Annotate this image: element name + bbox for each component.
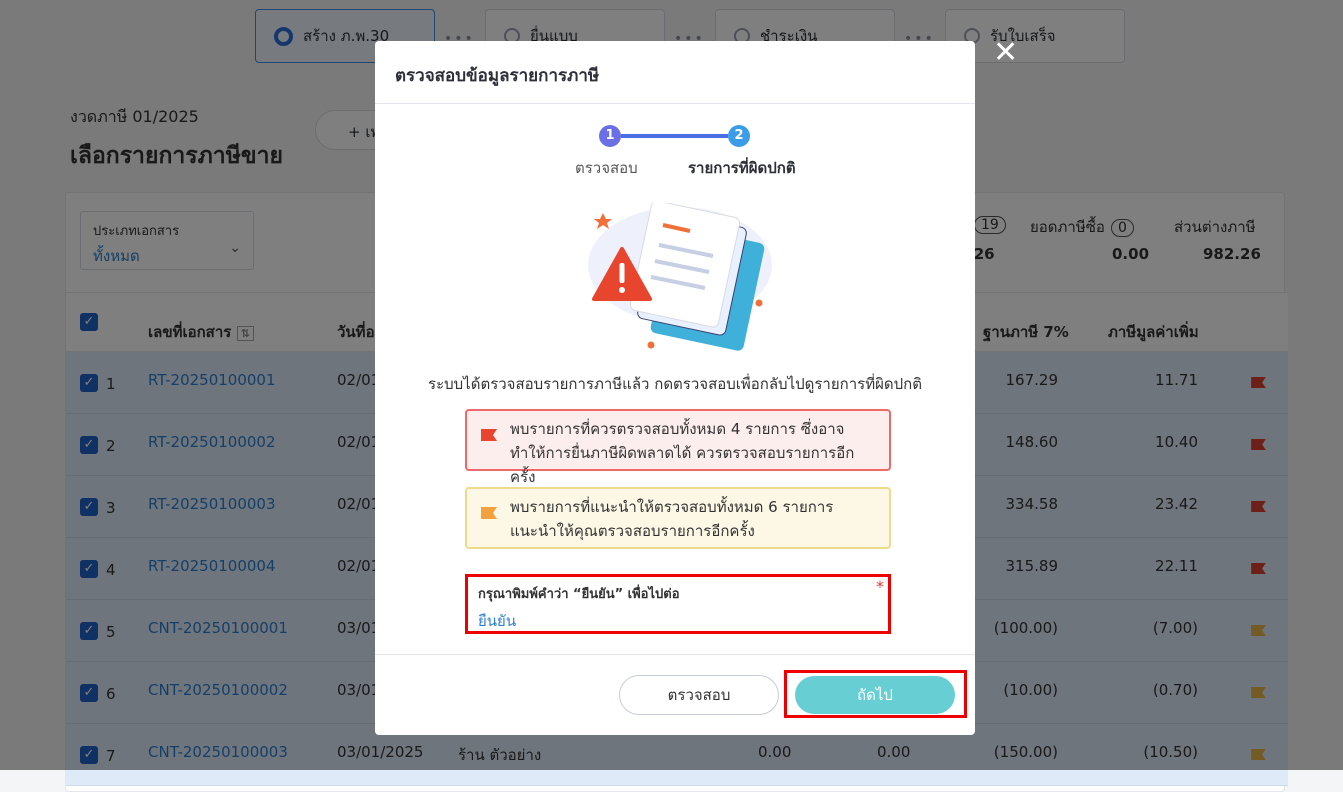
critical-alert-text: พบรายการที่ควรตรวจสอบทั้งหมด 4 รายการ ซึ…	[510, 420, 855, 486]
confirm-text-field[interactable]: กรุณาพิมพ์คำว่า “ยืนยัน” เพื่อไปต่อ ยืนย…	[465, 574, 891, 634]
required-mark: *	[876, 577, 884, 596]
next-button[interactable]: ถัดไป	[795, 676, 955, 714]
confirm-field-value[interactable]: ยืนยัน	[478, 609, 878, 633]
modal-title: ตรวจสอบข้อมูลรายการภาษี	[395, 66, 600, 86]
step-2-label: รายการที่ผิดปกติ	[688, 159, 796, 177]
critical-alert: พบรายการที่ควรตรวจสอบทั้งหมด 4 รายการ ซึ…	[465, 409, 891, 486]
divider	[375, 654, 975, 655]
confirm-field-label: กรุณาพิมพ์คำว่า “ยืนยัน” เพื่อไปต่อ	[478, 587, 680, 602]
step-2-number: 2	[728, 125, 750, 147]
warning-alert: พบรายการที่แนะนำให้ตรวจสอบทั้งหมด 6 รายก…	[465, 487, 891, 549]
tax-check-modal: ตรวจสอบข้อมูลรายการภาษี 1 2 ตรวจสอบ รายก…	[375, 41, 975, 735]
close-icon[interactable]: ✕	[993, 38, 1018, 68]
warning-alert-text: พบรายการที่แนะนำให้ตรวจสอบทั้งหมด 6 รายก…	[510, 498, 834, 540]
divider	[375, 103, 975, 104]
step-1-number: 1	[599, 125, 621, 147]
orange-flag-icon	[481, 507, 497, 519]
red-flag-icon	[481, 429, 497, 441]
step-progress-line	[621, 134, 728, 138]
check-message: ระบบได้ตรวจสอบรายการภาษีแล้ว กดตรวจสอบเพ…	[428, 375, 922, 393]
next-button-highlight: ถัดไป	[784, 670, 967, 718]
check-button[interactable]: ตรวจสอบ	[619, 675, 779, 715]
step-1-label: ตรวจสอบ	[575, 159, 638, 177]
warning-document-illustration	[588, 203, 772, 351]
